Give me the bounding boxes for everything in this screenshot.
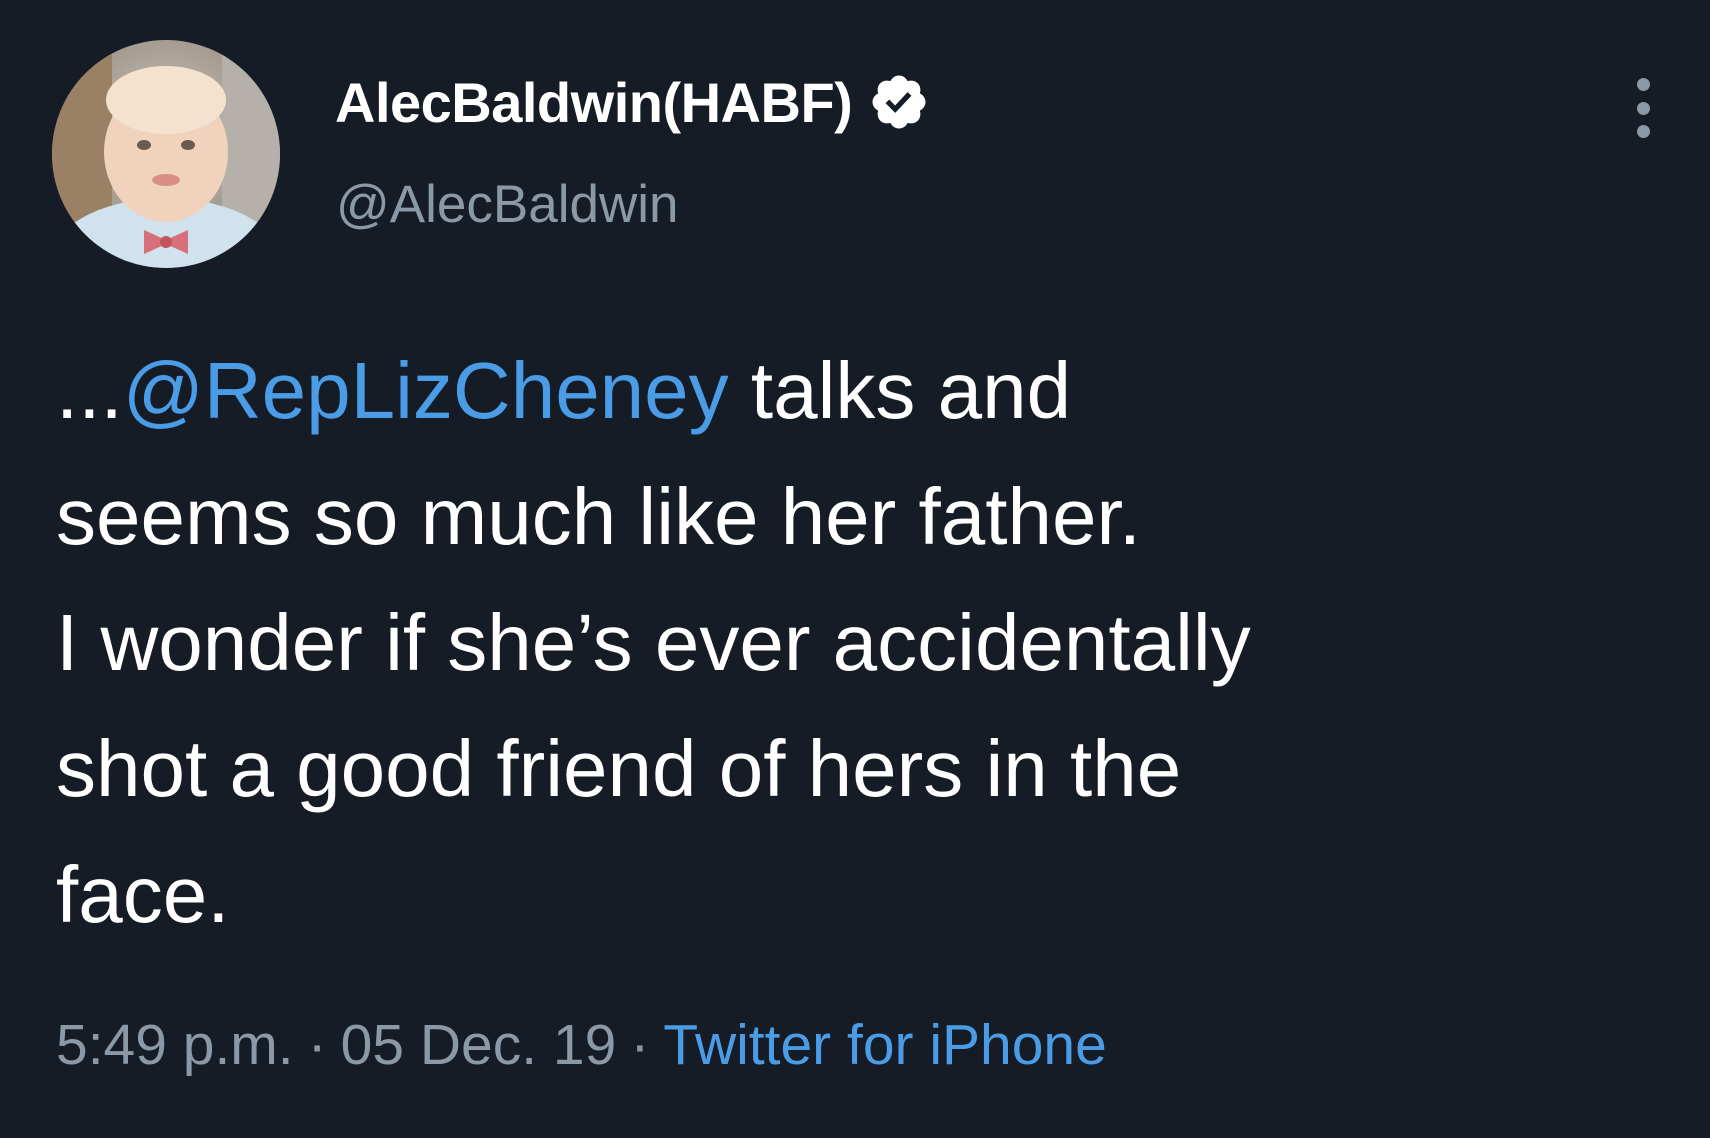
tweet-date[interactable]: 05 Dec. 19 [341, 1013, 617, 1077]
tweet-time[interactable]: 5:49 p.m. [56, 1013, 294, 1077]
user-handle[interactable]: @AlecBaldwin [336, 174, 679, 235]
mention-link[interactable]: @RepLizCheney [123, 346, 729, 435]
tweet-text-line: shot a good friend of hers in the [56, 724, 1182, 813]
more-vertical-icon[interactable] [1632, 78, 1654, 138]
display-name[interactable]: AlecBaldwin(HABF) [335, 70, 853, 135]
more-dot [1636, 125, 1650, 138]
tweet-card: AlecBaldwin(HABF) @AlecBaldwin ...@RepLi… [0, 0, 1710, 1138]
tweet-source-link[interactable]: Twitter for iPhone [663, 1013, 1107, 1077]
separator: · [630, 1013, 650, 1077]
display-name-row: AlecBaldwin(HABF) [335, 62, 930, 142]
tweet-text-line: I wonder if she’s ever accidentally [56, 598, 1251, 687]
avatar-image [52, 40, 280, 268]
tweet-text-line: face. [56, 850, 230, 939]
tweet-text-line: seems so much like her father. [56, 472, 1141, 561]
tweet-metadata: 5:49 p.m. · 05 Dec. 19 · Twitter for iPhone [56, 1012, 1107, 1078]
tweet-text-line: ...@RepLizCheney talks and [56, 328, 1666, 454]
more-dot [1636, 101, 1650, 115]
verified-badge-icon [868, 71, 930, 133]
avatar[interactable] [52, 40, 280, 268]
tweet-text-fragment: talks and [728, 346, 1072, 435]
ellipsis-prefix: ... [56, 346, 123, 435]
separator: · [307, 1013, 327, 1077]
tweet-text: ...@RepLizCheney talks and seems so much… [56, 328, 1666, 958]
more-dot [1636, 78, 1650, 91]
